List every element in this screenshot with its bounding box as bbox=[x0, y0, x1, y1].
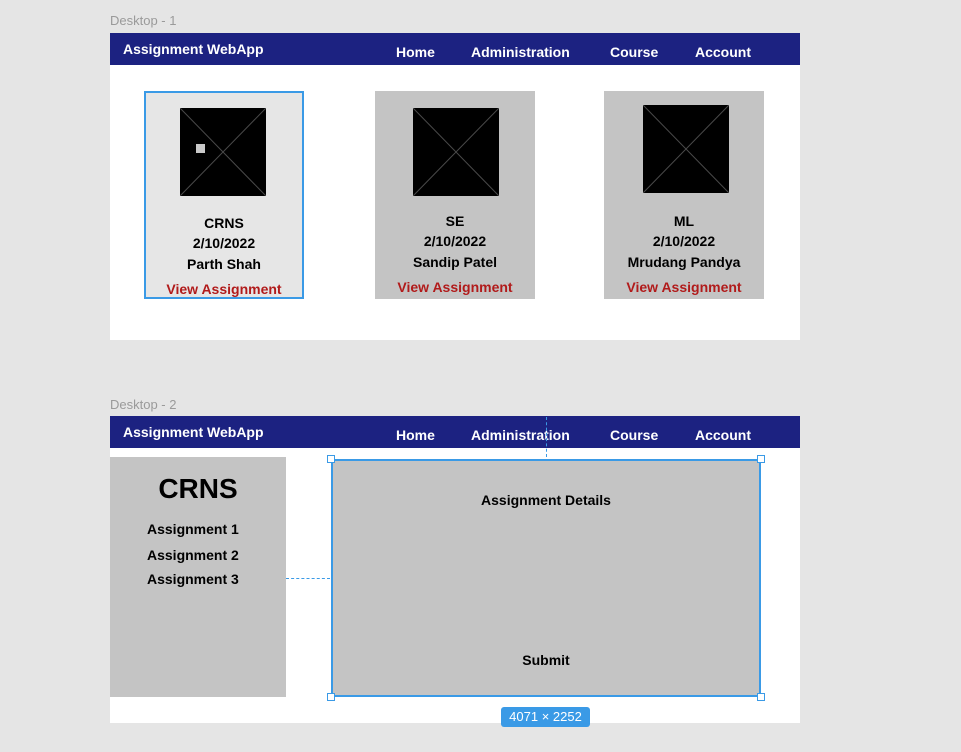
navbar: Assignment WebApp Home Administration Co… bbox=[110, 416, 800, 448]
image-placeholder-icon bbox=[413, 108, 499, 196]
view-assignment-link[interactable]: View Assignment bbox=[146, 281, 302, 297]
navbar: Assignment WebApp Home Administration Co… bbox=[110, 33, 800, 65]
card-teacher: Parth Shah bbox=[187, 256, 261, 272]
card-course: SE bbox=[445, 213, 465, 229]
details-title: Assignment Details bbox=[481, 492, 611, 508]
frame-label-desktop-2: Desktop - 2 bbox=[110, 397, 177, 412]
course-card-crns[interactable]: CRNS 2/10/2022 Parth Shah View Assignmen… bbox=[144, 91, 304, 299]
card-date: 2/10/2022 bbox=[652, 233, 716, 249]
app-brand[interactable]: Assignment WebApp bbox=[123, 41, 264, 57]
resize-handle-top-left[interactable] bbox=[327, 455, 335, 463]
image-placeholder-icon bbox=[180, 108, 266, 196]
nav-account[interactable]: Account bbox=[695, 44, 751, 60]
submit-button[interactable]: Submit bbox=[333, 652, 759, 668]
course-title: CRNS bbox=[158, 473, 238, 504]
nav-course[interactable]: Course bbox=[610, 44, 658, 60]
resize-handle-bottom-left[interactable] bbox=[327, 693, 335, 701]
card-date: 2/10/2022 bbox=[192, 235, 256, 251]
card-course: ML bbox=[673, 213, 695, 229]
resize-handle-top-right[interactable] bbox=[757, 455, 765, 463]
marker-icon bbox=[196, 144, 205, 153]
nav-administration[interactable]: Administration bbox=[471, 44, 570, 60]
view-assignment-link[interactable]: View Assignment bbox=[375, 279, 535, 295]
card-date: 2/10/2022 bbox=[423, 233, 487, 249]
assignment-item-3[interactable]: Assignment 3 bbox=[147, 571, 239, 587]
desktop-1-frame: Assignment WebApp Home Administration Co… bbox=[110, 33, 800, 340]
course-card-ml[interactable]: ML 2/10/2022 Mrudang Pandya View Assignm… bbox=[604, 91, 764, 299]
nav-administration[interactable]: Administration bbox=[471, 427, 570, 443]
nav-home[interactable]: Home bbox=[396, 427, 435, 443]
desktop-2-frame: Assignment WebApp Home Administration Co… bbox=[110, 416, 800, 723]
assignment-item-1[interactable]: Assignment 1 bbox=[147, 521, 239, 537]
dimension-badge: 4071 × 2252 bbox=[501, 707, 590, 727]
course-card-se[interactable]: SE 2/10/2022 Sandip Patel View Assignmen… bbox=[375, 91, 535, 299]
image-placeholder-icon bbox=[643, 105, 729, 193]
resize-handle-bottom-right[interactable] bbox=[757, 693, 765, 701]
view-assignment-link[interactable]: View Assignment bbox=[604, 279, 764, 295]
assignment-sidebar: CRNS Assignment 1 Assignment 2 Assignmen… bbox=[110, 457, 286, 697]
card-course: CRNS bbox=[204, 215, 244, 231]
nav-course[interactable]: Course bbox=[610, 427, 658, 443]
frame-label-desktop-1: Desktop - 1 bbox=[110, 13, 177, 28]
assignment-item-2[interactable]: Assignment 2 bbox=[147, 547, 239, 563]
nav-home[interactable]: Home bbox=[396, 44, 435, 60]
nav-account[interactable]: Account bbox=[695, 427, 751, 443]
card-teacher: Sandip Patel bbox=[412, 254, 498, 270]
spacing-guide-vertical bbox=[546, 417, 547, 457]
assignment-details-panel[interactable]: Assignment Details Submit bbox=[331, 459, 761, 697]
card-teacher: Mrudang Pandya bbox=[627, 254, 741, 270]
app-brand[interactable]: Assignment WebApp bbox=[123, 424, 264, 440]
spacing-guide-horizontal bbox=[286, 578, 330, 579]
